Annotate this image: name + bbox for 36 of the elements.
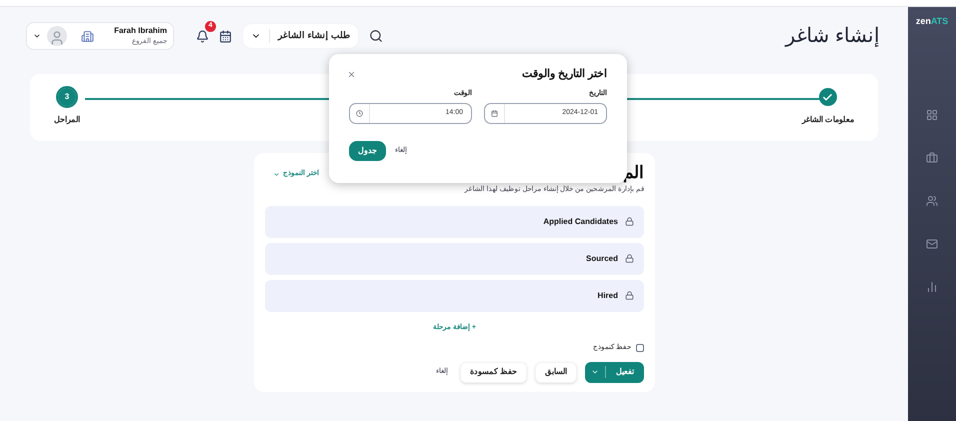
calendar-icon — [491, 110, 498, 117]
clock-icon — [356, 110, 363, 117]
bell-icon[interactable] — [196, 30, 209, 42]
schedule-button[interactable]: جدول — [349, 141, 386, 161]
calendar-icon[interactable] — [219, 30, 232, 42]
stage-row[interactable]: Applied Candidates — [265, 206, 644, 238]
step-label: المراحل — [54, 114, 80, 126]
step-number: 3 — [58, 88, 76, 106]
user-name: Farah Ibrahim — [114, 24, 167, 37]
chart-icon[interactable] — [926, 281, 938, 293]
caret-icon — [591, 368, 599, 376]
avatar — [47, 26, 67, 46]
search-icon[interactable] — [369, 29, 384, 43]
checkbox[interactable] — [636, 344, 644, 352]
users-icon[interactable] — [926, 195, 938, 207]
caret-icon — [33, 32, 41, 40]
page-title: إنشاء شاغر — [785, 24, 880, 49]
logo: zenATS — [916, 17, 948, 26]
stage-name: Applied Candidates — [543, 216, 618, 228]
close-icon[interactable] — [347, 70, 356, 79]
activate-split-button[interactable]: تفعيل — [585, 362, 644, 382]
stage-name: Hired — [598, 290, 618, 302]
save-draft-button[interactable]: حفظ كمسودة — [460, 362, 527, 382]
request-dropdown[interactable]: طلب إنشاء الشاغر — [242, 23, 360, 49]
mail-icon[interactable] — [926, 238, 938, 250]
briefcase-icon[interactable] — [926, 152, 938, 164]
building-icon — [81, 30, 94, 42]
stage-row[interactable]: Sourced — [265, 242, 644, 274]
step-label: معلومات الشاغر — [802, 114, 854, 126]
stage-row[interactable]: Hired — [265, 280, 644, 312]
card-title: الم — [623, 163, 644, 183]
previous-button[interactable]: السابق — [535, 362, 577, 382]
grid-icon[interactable] — [926, 109, 938, 121]
dialog-title: اختر التاريخ والوقت — [522, 67, 607, 82]
stage-name: Sourced — [586, 252, 618, 264]
caret-icon — [273, 170, 280, 178]
